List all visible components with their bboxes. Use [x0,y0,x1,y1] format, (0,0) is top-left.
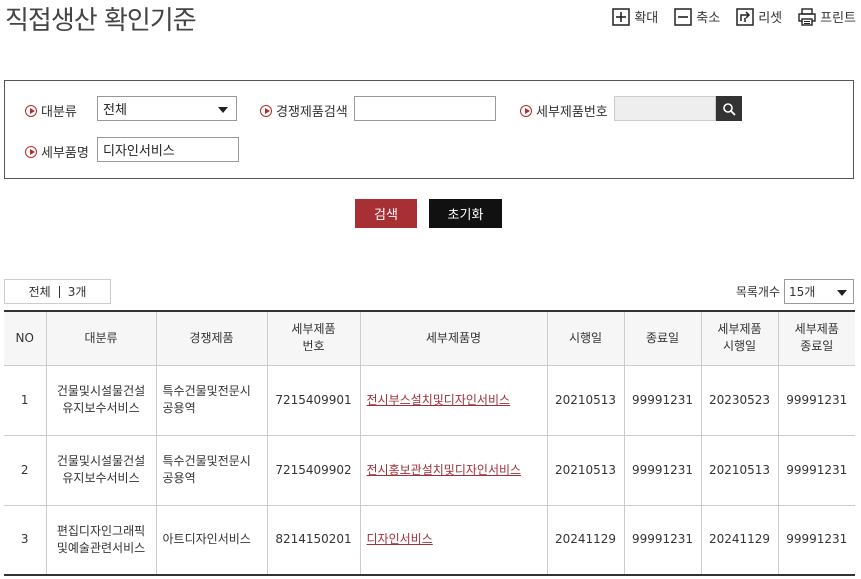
cell-competing: 특수건물및전문시공용역 [155,434,268,506]
chevron-down-icon [218,107,228,113]
cell-detail-no: 7215409901 [266,364,361,436]
category-select[interactable]: 전체 [97,96,237,121]
header-competing: 경쟁제품 [155,311,268,366]
cell-detail-name: 디자인서비스 [359,504,548,576]
cell-detail-end: 99991231 [777,504,855,576]
detail-name-link[interactable]: 전시부스설치및디자인서비스 [367,393,511,407]
category-label: 대분류 [41,105,77,120]
cell-detail-start: 20230523 [700,364,779,436]
arrow-bullet-icon [260,104,272,117]
cell-detail-end: 99991231 [777,434,855,506]
total-count: 3개 [67,285,87,299]
header-detail-start: 세부제품 시행일 [700,311,779,366]
header-end-date: 종료일 [623,311,702,366]
detail-no-input[interactable] [614,96,716,121]
page-size-label: 목록개수 [735,285,780,299]
search-panel: 대분류 전체 경쟁제품검색 세부제품번호 세부품명 디자인서비스 [4,80,854,179]
cell-no: 1 [4,364,47,436]
header-detail-no: 세부제품 번호 [266,311,361,366]
cell-detail-no: 7215409902 [266,434,361,506]
cell-start-date: 20210513 [546,364,625,436]
page-size-select[interactable]: 15개 [784,279,854,304]
header-detail-name: 세부제품명 [359,311,548,366]
detail-no-search-button[interactable] [716,96,742,121]
cell-detail-no: 8214150201 [266,504,361,576]
cell-end-date: 99991231 [623,364,702,436]
search-icon [723,102,736,116]
divider [58,285,60,298]
reset-button[interactable]: 초기화 [429,199,502,228]
print-label: 프린트 [820,11,856,26]
detail-name-label: 세부품명 [41,146,89,161]
detail-name-input[interactable]: 디자인서비스 [97,137,239,162]
print-button[interactable]: 프린트 [798,7,856,26]
cell-category: 편집디자인그래픽및예술관련서비스 [45,504,157,576]
cell-no: 3 [4,504,47,576]
cell-start-date: 20241129 [546,504,625,576]
zoom-out-button[interactable]: 축소 [674,7,720,26]
category-select-value: 전체 [103,103,127,118]
plus-icon [612,7,631,26]
table-row: 1 건물및시설물건설유지보수서비스 특수건물및전문시공용역 7215409901… [4,364,855,436]
detail-name-label-group: 세부품명 [25,142,89,161]
cell-competing: 특수건물및전문시공용역 [155,364,268,436]
table-row: 2 건물및시설물건설유지보수서비스 특수건물및전문시공용역 7215409902… [4,434,855,506]
results-table: NO 대분류 경쟁제품 세부제품 번호 세부제품명 시행일 종료일 세부제품 시… [4,310,855,576]
table-row: 3 편집디자인그래픽및예술관련서비스 아트디자인서비스 8214150201 디… [4,504,855,576]
arrow-bullet-icon [25,145,37,158]
cell-detail-start: 20241129 [700,504,779,576]
detail-name-link[interactable]: 디자인서비스 [367,532,433,546]
cell-end-date: 99991231 [623,434,702,506]
header-start-date: 시행일 [546,311,625,366]
header-detail-end: 세부제품 종료일 [777,311,855,366]
zoom-out-label: 축소 [696,11,721,26]
page-size-group: 목록개수 15개 [736,279,854,304]
cell-category: 건물및시설물건설유지보수서비스 [45,364,157,436]
cell-competing: 아트디자인서비스 [155,504,268,576]
cell-start-date: 20210513 [546,434,625,506]
cell-detail-end: 99991231 [777,364,855,436]
detail-no-label: 세부제품번호 [536,105,608,120]
competing-label: 경쟁제품검색 [276,105,348,120]
cell-detail-name: 전시부스설치및디자인서비스 [359,364,548,436]
header-category: 대분류 [45,311,157,366]
competing-product-input[interactable] [354,96,496,121]
cell-end-date: 99991231 [623,504,702,576]
minus-icon [674,7,693,26]
zoom-in-button[interactable]: 확대 [612,7,658,26]
reset-view-label: 리셋 [758,11,783,26]
search-button[interactable]: 검색 [355,199,417,228]
cell-no: 2 [4,434,47,506]
printer-icon [798,7,816,26]
header-no: NO [4,311,47,366]
total-label: 전체 [28,285,51,299]
reset-view-button[interactable]: 리셋 [736,7,782,26]
cell-category: 건물및시설물건설유지보수서비스 [45,434,157,506]
toolbar: 확대 축소 리셋 프린트 [612,7,856,26]
arrow-bullet-icon [520,104,532,117]
arrow-bullet-icon [25,104,37,117]
detail-no-label-group: 세부제품번호 [520,101,608,120]
detail-name-link[interactable]: 전시홍보관설치및디자인서비스 [367,463,522,477]
competing-label-group: 경쟁제품검색 [260,101,348,120]
zoom-in-label: 확대 [634,11,659,26]
table-header-row: NO 대분류 경쟁제품 세부제품 번호 세부제품명 시행일 종료일 세부제품 시… [4,311,855,366]
cell-detail-name: 전시홍보관설치및디자인서비스 [359,434,548,506]
page-title: 직접생산 확인기준 [5,6,197,36]
cell-detail-start: 20210513 [700,434,779,506]
total-count-box: 전체 3개 [4,279,111,304]
category-label-group: 대분류 [25,101,77,120]
page-size-value: 15개 [789,285,816,299]
chevron-down-icon [837,290,847,296]
reset-icon [736,7,754,26]
